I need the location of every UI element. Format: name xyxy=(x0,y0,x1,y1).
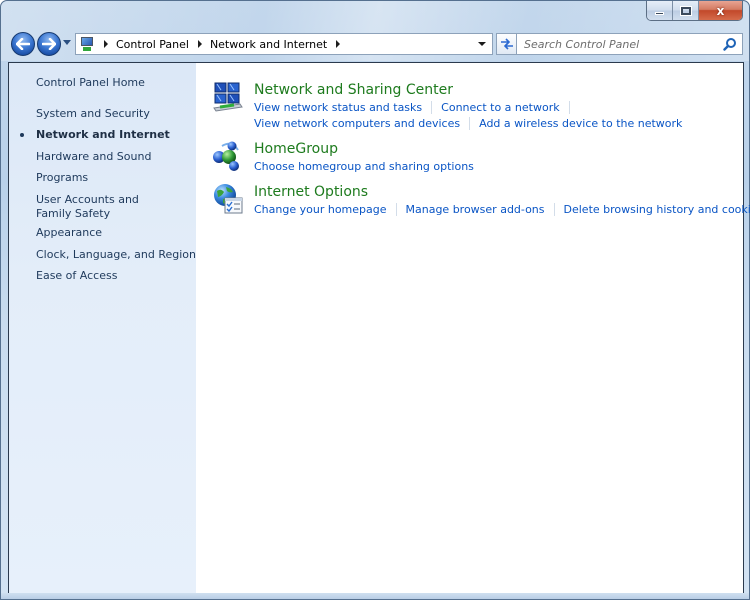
back-button[interactable] xyxy=(11,32,35,56)
minimize-button[interactable] xyxy=(647,1,673,20)
refresh-button[interactable] xyxy=(496,33,518,55)
sidebar-item-control-panel-home[interactable]: Control Panel Home xyxy=(36,76,145,90)
sidebar-item-system-and-security[interactable]: System and Security xyxy=(36,107,150,121)
address-history-dropdown[interactable] xyxy=(478,42,486,46)
sidebar-item-programs[interactable]: Programs xyxy=(36,171,88,185)
task-row: Change your homepage Manage browser add-… xyxy=(254,203,750,216)
breadcrumb-control-panel[interactable]: Control Panel xyxy=(116,38,189,51)
minimize-icon xyxy=(655,12,664,15)
search-input[interactable] xyxy=(517,37,712,51)
maximize-button[interactable] xyxy=(673,1,699,20)
search-box[interactable] xyxy=(516,33,743,55)
task-row: View network status and tasks Connect to… xyxy=(254,101,579,114)
separator xyxy=(431,101,433,114)
task-connect-to-network[interactable]: Connect to a network xyxy=(441,101,559,114)
task-row: View network computers and devices Add a… xyxy=(254,117,682,130)
task-delete-browsing-history[interactable]: Delete browsing history and cookies xyxy=(564,203,750,216)
arrow-left-icon xyxy=(16,38,30,50)
category-title-network-sharing-center[interactable]: Network and Sharing Center xyxy=(254,82,453,98)
sidebar-item-hardware-and-sound[interactable]: Hardware and Sound xyxy=(36,150,151,164)
separator xyxy=(553,203,555,216)
category-homegroup: HomeGroup Choose homegroup and sharing o… xyxy=(212,140,732,174)
breadcrumb-chevron-icon[interactable] xyxy=(197,40,202,48)
network-sharing-center-icon xyxy=(213,82,243,112)
close-button[interactable]: x xyxy=(699,1,742,20)
category-internet-options: Internet Options Change your homepage Ma… xyxy=(212,183,750,217)
breadcrumb-network-and-internet[interactable]: Network and Internet xyxy=(210,38,327,51)
category-title-homegroup[interactable]: HomeGroup xyxy=(254,141,338,157)
breadcrumb-chevron-icon[interactable] xyxy=(336,40,341,48)
internet-options-icon xyxy=(214,184,243,214)
category-network-sharing-center: Network and Sharing Center View network … xyxy=(212,81,732,131)
search-icon[interactable] xyxy=(723,37,737,51)
window-bottom-border xyxy=(1,593,749,599)
task-choose-homegroup-options[interactable]: Choose homegroup and sharing options xyxy=(254,160,474,173)
task-add-wireless-device[interactable]: Add a wireless device to the network xyxy=(479,117,682,130)
maximize-icon xyxy=(679,5,692,16)
sidebar: Control Panel Home System and Security N… xyxy=(9,63,196,593)
caption-buttons: x xyxy=(646,1,743,21)
forward-button[interactable] xyxy=(37,32,61,56)
task-change-homepage[interactable]: Change your homepage xyxy=(254,203,387,216)
control-panel-icon xyxy=(79,36,95,52)
task-view-network-status[interactable]: View network status and tasks xyxy=(254,101,422,114)
refresh-icon xyxy=(501,38,513,50)
homegroup-icon xyxy=(213,141,239,171)
close-icon: x xyxy=(716,3,725,18)
sidebar-item-ease-of-access[interactable]: Ease of Access xyxy=(36,269,117,283)
task-manage-browser-addons[interactable]: Manage browser add-ons xyxy=(406,203,545,216)
address-bar[interactable]: Control Panel Network and Internet xyxy=(75,33,493,55)
sidebar-item-user-accounts[interactable]: User Accounts and Family Safety xyxy=(36,193,176,221)
separator xyxy=(469,117,471,130)
breadcrumb-chevron-icon[interactable] xyxy=(104,40,108,48)
separator xyxy=(568,101,570,114)
separator xyxy=(395,203,397,216)
category-title-internet-options[interactable]: Internet Options xyxy=(254,184,368,200)
sidebar-item-clock-language-region[interactable]: Clock, Language, and Region xyxy=(36,248,196,262)
sidebar-item-appearance[interactable]: Appearance xyxy=(36,226,102,240)
main-content: Network and Sharing Center View network … xyxy=(196,63,750,593)
recent-pages-dropdown[interactable] xyxy=(63,40,71,45)
content-frame: Control Panel Home System and Security N… xyxy=(8,62,750,594)
sidebar-item-label: Network and Internet xyxy=(36,128,170,141)
task-row: Choose homegroup and sharing options xyxy=(254,160,474,173)
sidebar-item-network-and-internet[interactable]: Network and Internet xyxy=(20,128,170,142)
task-view-network-computers[interactable]: View network computers and devices xyxy=(254,117,460,130)
arrow-right-icon xyxy=(42,38,56,50)
control-panel-window: x Control Panel Network and Internet Sea… xyxy=(0,0,750,600)
navigation-bar: Control Panel Network and Internet xyxy=(9,31,743,57)
active-bullet-icon xyxy=(20,133,24,137)
